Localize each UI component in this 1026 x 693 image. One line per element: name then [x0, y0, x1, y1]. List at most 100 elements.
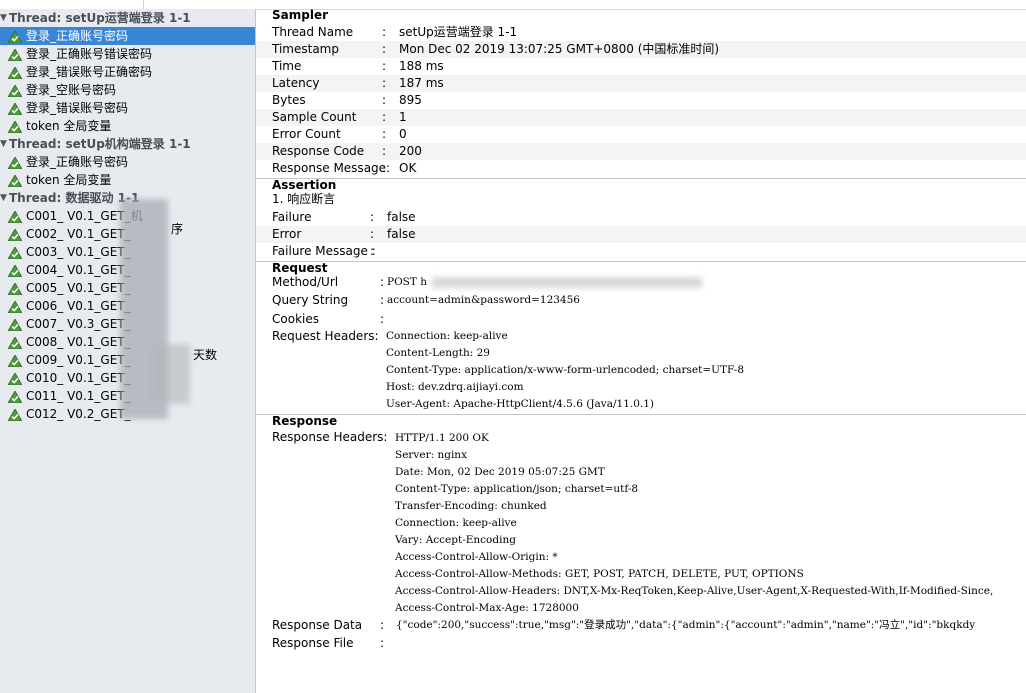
sampler-field-value: 1 — [399, 110, 407, 124]
response-header-text: Server: nginx — [395, 449, 467, 461]
sampler-field-value: 895 — [399, 93, 422, 107]
expand-arrow-icon[interactable]: ▼ — [0, 9, 7, 27]
tree-thread-group[interactable]: ▼ Thread: setUp机构端登录 1-1 — [0, 135, 255, 153]
method-url-value: POST h — [387, 276, 427, 288]
c009-visible-suffix: 天数 — [193, 348, 218, 362]
assertion-field-label: Failure — [272, 210, 312, 224]
tree-node-label: C006_ V0.1_GET_ — [26, 299, 131, 313]
response-header-text: Connection: keep-alive — [395, 517, 517, 529]
response-data-label: Response Data — [272, 618, 363, 632]
success-icon — [7, 372, 23, 386]
tree-sample[interactable]: 登录_正确账号密码 — [0, 153, 255, 171]
assertion-field-label: Error — [272, 227, 302, 241]
row-stripe — [256, 109, 1026, 126]
tree-node-label: 登录_错误账号正确密码 — [26, 65, 153, 79]
tree-sample[interactable]: token 全局变量 — [0, 171, 255, 189]
sampler-field-label: Thread Name — [272, 25, 354, 39]
tree-node-label: Thread: setUp运营端登录 1-1 — [9, 11, 191, 25]
request-header-text: User-Agent: Apache-HttpClient/4.5.6 (Jav… — [386, 398, 655, 410]
sampler-section-title: Sampler — [272, 9, 329, 22]
assertion-field-value: false — [387, 227, 416, 241]
response-header-text: Transfer-Encoding: chunked — [395, 500, 547, 512]
response-file-label: Response File — [272, 636, 354, 650]
request-section-title: Request — [256, 261, 1026, 275]
tree-node-label: C012_ V0.2_GET_ — [26, 407, 131, 421]
sampler-field-label: Error Count — [272, 127, 341, 141]
query-string-label: Query String — [272, 293, 349, 307]
sampler-field-label: Response Message: — [272, 161, 391, 175]
tree-node-label: C002_ V0.1_GET_ — [26, 227, 131, 241]
tree-sample[interactable]: 登录_空账号密码 — [0, 81, 255, 99]
response-headers-label: Response Headers: — [272, 430, 388, 444]
tree-node-label: C011_ V0.1_GET_ — [26, 389, 131, 403]
response-header-text: HTTP/1.1 200 OK — [395, 432, 489, 444]
tree-node-label: C008_ V0.1_GET_ — [26, 335, 131, 349]
query-string-value: account=admin&password=123456 — [387, 294, 580, 306]
c002-visible-suffix: 序 — [171, 222, 184, 236]
tree-node-label: C004_ V0.1_GET_ — [26, 263, 131, 277]
success-icon — [7, 264, 23, 278]
tree-node-label: 登录_空账号密码 — [26, 83, 117, 97]
sampler-field-label: Latency — [272, 76, 320, 90]
success-icon — [7, 120, 23, 134]
success-icon — [7, 282, 23, 296]
request-header-text: Content-Type: application/x-www-form-url… — [386, 364, 745, 376]
success-icon — [7, 102, 23, 116]
response-section-title: Response — [256, 414, 1026, 428]
success-icon — [7, 408, 23, 422]
response-header-text: Content-Type: application/json; charset=… — [395, 483, 639, 495]
tree-sample-selected[interactable]: 登录_正确账号密码 — [0, 27, 255, 45]
response-header-text: Date: Mon, 02 Dec 2019 05:07:25 GMT — [395, 466, 605, 478]
cookies-label: Cookies — [272, 312, 319, 326]
tree-sample[interactable]: 登录_错误账号正确密码 — [0, 63, 255, 81]
request-header-text: Connection: keep-alive — [386, 330, 508, 342]
sampler-field-label: Bytes — [272, 93, 306, 107]
tree-sample[interactable]: token 全局变量 — [0, 117, 255, 135]
tree-node-label: C003_ V0.1_GET_ — [26, 245, 131, 259]
response-header-text: Access-Control-Allow-Methods: GET, POST,… — [395, 568, 804, 580]
response-header-text: Access-Control-Allow-Headers: DNT,X-Mx-R… — [395, 585, 994, 597]
success-icon — [7, 66, 23, 80]
request-header-text: Host: dev.zdrq.aijiayi.com — [386, 381, 524, 393]
method-url-label: Method/Url — [272, 275, 339, 289]
success-icon — [7, 246, 23, 260]
success-icon — [7, 354, 23, 368]
sampler-field-label: Time — [272, 59, 302, 73]
expand-arrow-icon[interactable]: ▼ — [0, 135, 7, 153]
success-icon — [7, 318, 23, 332]
response-header-text: Access-Control-Allow-Origin: * — [395, 551, 558, 563]
row-stripe — [256, 143, 1026, 160]
tree-sample[interactable]: 登录_错误账号密码 — [0, 99, 255, 117]
tree-node-label: C010_ V0.1_GET_ — [26, 371, 131, 385]
row-stripe — [256, 75, 1026, 92]
success-icon — [7, 156, 23, 170]
sampler-field-value: 187 ms — [399, 76, 444, 90]
success-icon — [7, 48, 23, 62]
redacted-names — [150, 344, 190, 404]
tree-node-label: 登录_错误账号密码 — [26, 101, 129, 115]
sampler-field-value: 200 — [399, 144, 422, 158]
sampler-field-label: Response Code — [272, 144, 365, 158]
tree-node-label: Thread: setUp机构端登录 1-1 — [9, 137, 191, 151]
tree-node-label: C007_ V0.3_GET_ — [26, 317, 131, 331]
success-icon — [7, 336, 23, 350]
success-icon — [7, 390, 23, 404]
request-headers-label: Request Headers: — [272, 329, 379, 343]
sampler-field-label: Timestamp — [272, 42, 339, 56]
success-icon — [7, 30, 23, 44]
sampler-field-value: setUp运营端登录 1-1 — [399, 25, 518, 39]
response-data-value: {"code":200,"success":true,"msg":"登录成功",… — [396, 619, 976, 631]
tree-node-label: C009_ V0.1_GET_ — [26, 353, 131, 367]
success-icon — [7, 300, 23, 314]
request-header-text: Content-Length: 29 — [386, 347, 490, 359]
tree-thread-group[interactable]: ▼ Thread: setUp运营端登录 1-1 — [0, 9, 255, 27]
tree-node-label: 登录_正确账号密码 — [26, 155, 129, 169]
results-tree[interactable]: ▼ Thread: setUp运营端登录 1-1 登录_正确账号密码 登录_正确账号错… — [0, 9, 256, 693]
tree-sample[interactable]: 登录_正确账号错误密码 — [0, 45, 255, 63]
expand-arrow-icon[interactable]: ▼ — [0, 189, 7, 207]
assertion-section-title: Assertion — [256, 178, 1026, 192]
tree-node-label: 登录_正确账号错误密码 — [26, 47, 153, 61]
tree-node-label: C005_ V0.1_GET_ — [26, 281, 131, 295]
success-icon — [7, 174, 23, 188]
redacted-url — [432, 277, 702, 288]
